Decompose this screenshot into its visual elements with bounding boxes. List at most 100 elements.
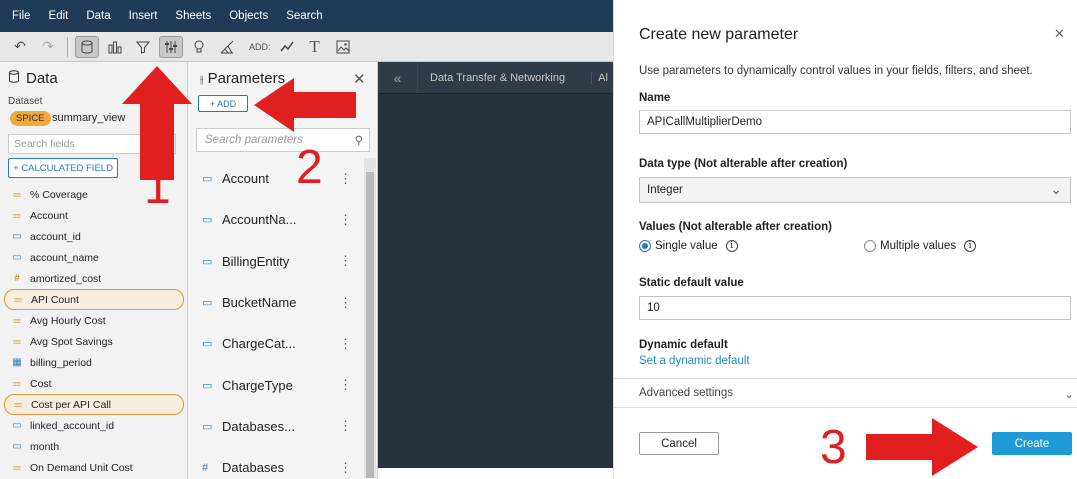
more-options-icon[interactable]: ⋮ — [339, 295, 352, 311]
more-options-icon[interactable]: ⋮ — [339, 336, 352, 352]
field-label: Avg Spot Savings — [30, 335, 113, 348]
field-label: Cost per API Call — [31, 398, 111, 411]
redo-icon[interactable]: ↷ — [36, 36, 60, 58]
field-label: On Demand Unit Cost — [30, 461, 133, 474]
parameter-item[interactable]: ▭ BucketName ⋮ — [188, 282, 364, 323]
themes-icon[interactable] — [215, 36, 239, 58]
parameter-item[interactable]: ▭ ChargeType ⋮ — [188, 364, 364, 405]
sheet-tab-next[interactable]: Al — [591, 71, 608, 84]
calendar-icon: ▦ — [12, 357, 22, 368]
undo-icon[interactable]: ↶ — [8, 36, 32, 58]
scrollbar-thumb[interactable] — [366, 172, 374, 478]
chevron-down-icon: ⌄ — [1064, 389, 1074, 401]
field-item[interactable]: ＝ Cost — [4, 373, 184, 394]
static-default-label: Static default value — [639, 277, 744, 289]
chevron-down-icon: ⌄ — [1050, 181, 1062, 197]
more-options-icon[interactable]: ⋮ — [339, 212, 352, 228]
static-default-input[interactable]: 10 — [639, 296, 1071, 320]
hash-icon: # — [202, 461, 209, 474]
parameter-item[interactable]: # Databases ⋮ — [188, 447, 364, 479]
field-item[interactable]: ＝ Avg Hourly Cost — [4, 310, 184, 331]
parameter-list-scrollbar[interactable] — [364, 158, 376, 478]
string-icon: ▭ — [202, 173, 213, 186]
filter-icon[interactable] — [131, 36, 155, 58]
field-label: linked_account_id — [30, 419, 115, 432]
add-parameter-button[interactable]: + ADD — [198, 95, 248, 112]
more-options-icon[interactable]: ⋮ — [339, 460, 352, 476]
dialog-close-icon[interactable]: ✕ — [1054, 26, 1065, 42]
add-visual-line-icon[interactable] — [275, 36, 299, 58]
database-icon — [8, 70, 20, 87]
datatype-select[interactable]: Integer ⌄ — [639, 177, 1071, 203]
info-icon[interactable]: i — [725, 240, 738, 252]
more-options-icon[interactable]: ⋮ — [339, 377, 352, 393]
string-icon: ▭ — [202, 338, 213, 351]
parameter-item[interactable]: ▭ Databases... ⋮ — [188, 406, 364, 447]
menu-edit[interactable]: Edit — [49, 10, 69, 22]
menu-objects[interactable]: Objects — [229, 10, 268, 22]
hash-icon: # — [14, 273, 20, 284]
field-label: Avg Hourly Cost — [30, 314, 106, 327]
insights-bulb-icon[interactable] — [187, 36, 211, 58]
measure-icon: ＝ — [12, 191, 22, 202]
create-button[interactable]: Create — [992, 432, 1072, 455]
single-value-radio[interactable]: Single value i — [639, 240, 738, 252]
info-icon[interactable]: i — [964, 240, 977, 252]
menu-file[interactable]: File — [12, 10, 31, 22]
field-label: account_id — [30, 230, 81, 243]
string-icon: ▭ — [202, 214, 213, 227]
parameter-item[interactable]: ▭ AccountNa... ⋮ — [188, 199, 364, 240]
radio-unselected-icon — [864, 240, 876, 252]
field-item[interactable]: ▦ billing_period — [4, 352, 184, 373]
add-calculated-field-button[interactable]: + CALCULATED FIELD — [8, 158, 118, 178]
string-icon: ▭ — [202, 379, 213, 392]
field-label: month — [30, 440, 60, 453]
measure-icon: ＝ — [12, 317, 22, 328]
dimension-icon: ▭ — [12, 231, 22, 242]
field-item[interactable]: ▭ linked_account_id — [4, 415, 184, 436]
field-item[interactable]: ＝ Cost per API Call — [4, 394, 184, 415]
sheet-tab-data-transfer[interactable]: Data Transfer & Networking — [418, 72, 565, 84]
name-input[interactable]: APICallMultiplierDemo — [639, 110, 1071, 134]
database-icon[interactable] — [75, 35, 99, 58]
field-item[interactable]: # amortized_cost — [4, 268, 184, 289]
measure-icon: ＝ — [12, 338, 22, 349]
add-text-icon[interactable]: T — [303, 36, 327, 58]
search-icon: ⚲ — [354, 135, 363, 147]
field-item[interactable]: ▭ account_id — [4, 226, 184, 247]
more-options-icon[interactable]: ⋮ — [339, 418, 352, 434]
menu-data[interactable]: Data — [86, 10, 110, 22]
parameter-item[interactable]: ▭ Account ⋮ — [188, 158, 364, 199]
add-image-icon[interactable] — [331, 36, 355, 58]
field-item[interactable]: ▭ month — [4, 436, 184, 457]
advanced-settings-toggle[interactable]: Advanced settings ⌄ — [614, 378, 1077, 408]
menu-insert[interactable]: Insert — [129, 10, 158, 22]
field-item[interactable]: ＝ API Count — [4, 289, 184, 310]
search-parameters-placeholder: Search parameters — [205, 134, 303, 146]
parameters-icon: ⫲ — [200, 74, 204, 86]
dataset-select[interactable]: summary_view — [52, 112, 125, 124]
field-label: Account — [30, 209, 68, 222]
parameter-label: AccountNa... — [222, 212, 297, 228]
sheet-tab-bar: « Data Transfer & Networking Al — [378, 62, 613, 94]
dynamic-default-label: Dynamic default — [639, 339, 728, 351]
set-dynamic-default-link[interactable]: Set a dynamic default — [639, 355, 750, 367]
menu-sheets[interactable]: Sheets — [175, 10, 211, 22]
field-item[interactable]: ▭ account_name — [4, 247, 184, 268]
field-item[interactable]: ＝ On Demand Unit Cost — [4, 457, 184, 478]
cancel-button[interactable]: Cancel — [639, 432, 719, 455]
multiple-values-radio[interactable]: Multiple values i — [864, 240, 977, 252]
chevron-left-double-icon[interactable]: « — [378, 62, 418, 93]
more-options-icon[interactable]: ⋮ — [339, 253, 352, 269]
field-item[interactable]: ＝ Avg Spot Savings — [4, 331, 184, 352]
parameters-icon[interactable] — [159, 35, 183, 58]
parameter-label: Account — [222, 171, 269, 187]
menu-search[interactable]: Search — [286, 10, 322, 22]
field-label: account_name — [30, 251, 99, 264]
name-label: Name — [639, 92, 671, 104]
visuals-icon[interactable] — [103, 36, 127, 58]
parameter-item[interactable]: ▭ ChargeCat... ⋮ — [188, 323, 364, 364]
parameter-item[interactable]: ▭ BillingEntity ⋮ — [188, 241, 364, 282]
analysis-canvas[interactable] — [378, 62, 613, 468]
more-options-icon[interactable]: ⋮ — [339, 171, 352, 187]
